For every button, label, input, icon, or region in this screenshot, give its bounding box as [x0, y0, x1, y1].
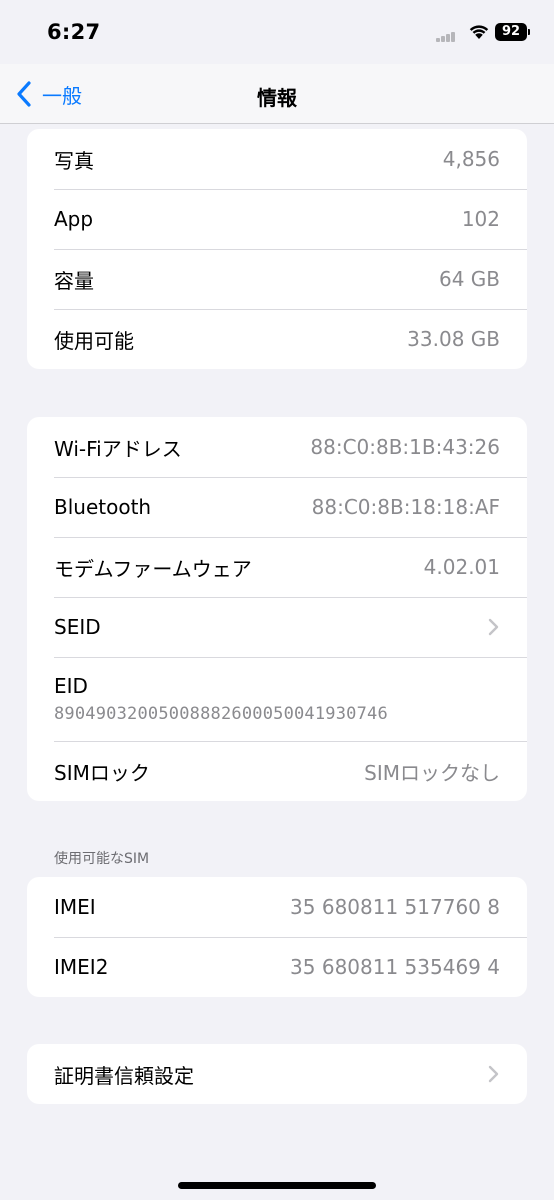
status-bar: 6:27 92 — [0, 0, 554, 64]
eid-value: 89049032005008882600050041930746 — [54, 704, 388, 724]
row-value: 35 680811 517760 8 — [290, 895, 500, 919]
battery-tip — [528, 29, 530, 35]
battery-icon: 92 — [495, 23, 527, 41]
cellular-signal-icon — [436, 32, 456, 42]
navigation-bar: 一般 情報 — [0, 64, 554, 124]
section-header-available-sim: 使用可能なSIM — [54, 851, 150, 867]
info-row-wifi-address: Wi-Fiアドレス 88:C0:8B:1B:43:26 — [27, 417, 527, 477]
info-row-imei2: IMEI2 35 680811 535469 4 — [27, 937, 527, 997]
wifi-icon — [469, 25, 489, 39]
row-value: 102 — [461, 207, 500, 231]
row-label: SIMロック — [54, 760, 150, 785]
page-title: 情報 — [257, 86, 297, 110]
row-label: App — [54, 207, 94, 231]
row-value: SIMロックなし — [364, 760, 500, 785]
sim-group: IMEI 35 680811 517760 8 IMEI2 35 680811 … — [27, 877, 527, 997]
info-row-sim-lock: SIMロック SIMロックなし — [27, 741, 527, 801]
info-row-capacity: 容量 64 GB — [27, 249, 527, 309]
info-row-apps: App 102 — [27, 189, 527, 249]
info-row-eid: EID 89049032005008882600050041930746 — [27, 657, 527, 741]
row-value: 4.02.01 — [423, 555, 500, 579]
info-row-available: 使用可能 33.08 GB — [27, 309, 527, 369]
row-label: IMEI2 — [54, 955, 109, 979]
row-label: SEID — [54, 615, 101, 639]
info-row-imei: IMEI 35 680811 517760 8 — [27, 877, 527, 937]
network-group: Wi-Fiアドレス 88:C0:8B:1B:43:26 Bluetooth 88… — [27, 417, 527, 801]
cert-trust-settings-row[interactable]: 証明書信頼設定 — [27, 1044, 527, 1104]
row-label: 使用可能 — [54, 328, 134, 353]
info-row-photos: 写真 4,856 — [27, 129, 527, 189]
row-value: 64 GB — [438, 267, 500, 291]
row-label: EID — [54, 674, 88, 698]
row-value: 88:C0:8B:1B:43:26 — [310, 435, 500, 459]
storage-group: 写真 4,856 App 102 容量 64 GB 使用可能 33.08 GB — [27, 129, 527, 369]
row-label: Bluetooth — [54, 495, 152, 519]
info-row-seid[interactable]: SEID — [27, 597, 527, 657]
home-indicator[interactable] — [178, 1182, 376, 1189]
row-label: Wi-Fiアドレス — [54, 436, 182, 461]
row-value: 88:C0:8B:18:18:AF — [311, 495, 500, 519]
status-time: 6:27 — [47, 20, 101, 44]
row-value: 33.08 GB — [407, 327, 500, 351]
chevron-right-icon — [488, 618, 499, 636]
info-row-modem-firmware: モデムファームウェア 4.02.01 — [27, 537, 527, 597]
row-value: 4,856 — [442, 147, 500, 171]
row-label: IMEI — [54, 895, 96, 919]
row-label: 写真 — [54, 148, 94, 173]
about-screen: 6:27 92 一般 情報 写真 4,856 App 102 容量 64 GB … — [0, 0, 554, 1200]
chevron-right-icon — [488, 1065, 499, 1083]
row-value: 35 680811 535469 4 — [290, 955, 500, 979]
info-row-bluetooth: Bluetooth 88:C0:8B:18:18:AF — [27, 477, 527, 537]
row-label: 証明書信頼設定 — [54, 1063, 194, 1088]
row-label: モデムファームウェア — [54, 556, 252, 581]
cert-group: 証明書信頼設定 — [27, 1044, 527, 1104]
row-label: 容量 — [54, 268, 94, 293]
